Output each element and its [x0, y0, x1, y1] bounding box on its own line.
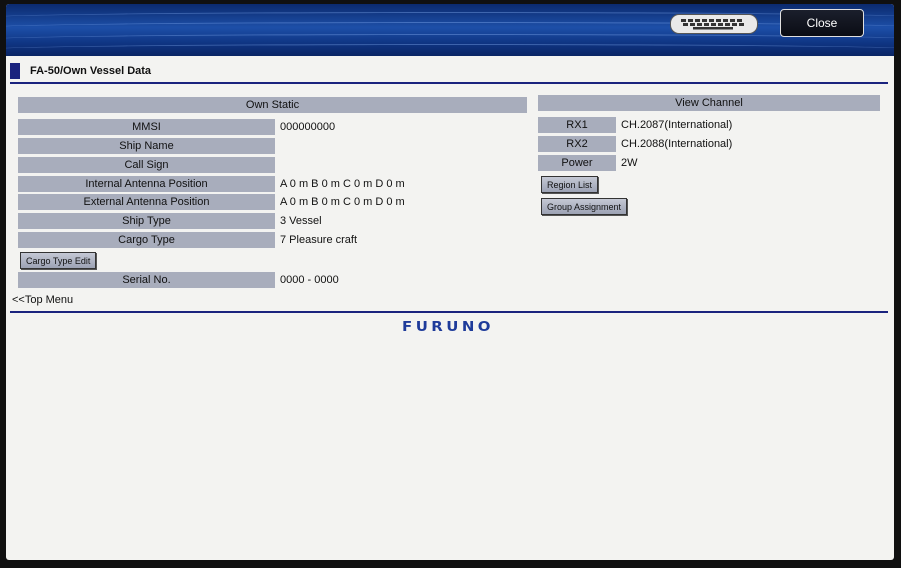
internal-antenna-value: A 0 m B 0 m C 0 m D 0 m	[280, 178, 405, 190]
rx2-value: CH.2088(International)	[621, 138, 733, 150]
cargo-type-value: 7 Pleasure craft	[280, 234, 358, 246]
region-list-button[interactable]: Region List	[541, 176, 599, 193]
cargo-type-edit-button[interactable]: Cargo Type Edit	[20, 252, 97, 269]
external-antenna-label: External Antenna Position	[18, 194, 275, 210]
rx1-label: RX1	[538, 117, 616, 133]
own-static-header: Own Static	[18, 97, 527, 113]
rx2-label: RX2	[538, 136, 616, 152]
wave-decoration	[6, 44, 894, 55]
serial-no-label: Serial No.	[18, 272, 275, 288]
power-value: 2W	[621, 157, 638, 169]
serial-no-value: 0000 - 0000	[280, 274, 339, 286]
ship-type-label: Ship Type	[18, 213, 275, 229]
rx1-value: CH.2087(International)	[621, 119, 733, 131]
keyboard-button[interactable]	[670, 14, 758, 34]
external-antenna-value: A 0 m B 0 m C 0 m D 0 m	[280, 196, 405, 208]
call-sign-label: Call Sign	[18, 157, 275, 173]
ship-name-label: Ship Name	[18, 138, 275, 154]
close-button[interactable]: Close	[780, 9, 864, 37]
power-label: Power	[538, 155, 616, 171]
mmsi-value: 000000000	[280, 121, 336, 133]
view-channel-header: View Channel	[538, 95, 880, 111]
internal-antenna-label: Internal Antenna Position	[18, 176, 275, 192]
mmsi-label: MMSI	[18, 119, 275, 135]
divider	[10, 311, 888, 313]
top-bar: Close	[6, 4, 894, 56]
ship-type-value: 3 Vessel	[280, 215, 322, 227]
keyboard-icon	[681, 19, 744, 30]
screen: Close FA-50/Own Vessel Data Own Static M…	[6, 4, 894, 560]
group-assignment-button[interactable]: Group Assignment	[541, 198, 628, 215]
page-title: FA-50/Own Vessel Data	[30, 65, 152, 77]
top-menu-link[interactable]: <<Top Menu	[12, 294, 73, 306]
furuno-logo: FURUNO	[402, 319, 494, 335]
page-header: FA-50/Own Vessel Data	[10, 60, 888, 84]
title-marker	[10, 63, 20, 79]
wave-decoration	[6, 22, 894, 33]
cargo-type-label: Cargo Type	[18, 232, 275, 248]
